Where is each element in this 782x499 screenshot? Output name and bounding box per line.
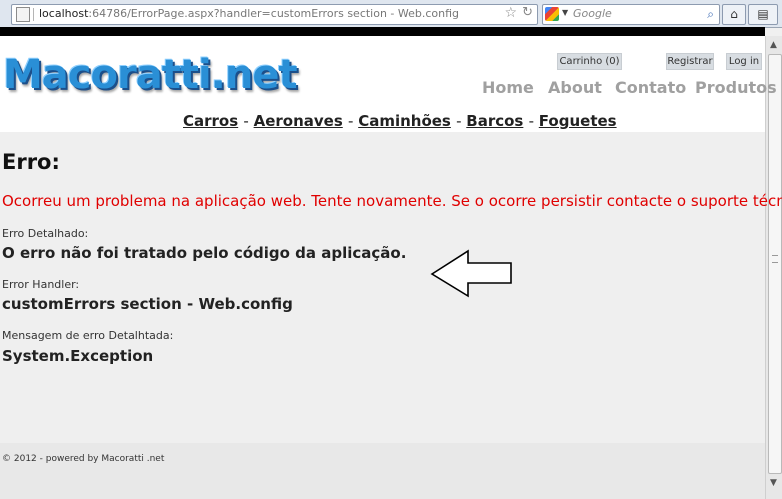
- nav-about[interactable]: About: [548, 78, 602, 97]
- category-aeronaves[interactable]: Aeronaves: [254, 112, 343, 130]
- category-foguetes[interactable]: Foguetes: [539, 112, 617, 130]
- bookmarks-menu-icon[interactable]: ▤: [748, 4, 778, 25]
- register-link[interactable]: Registrar: [666, 53, 714, 70]
- nav-contato[interactable]: Contato: [615, 78, 686, 97]
- exception-value: System.Exception: [2, 347, 154, 365]
- cart-link[interactable]: Carrinho (0): [557, 53, 622, 70]
- scroll-up-icon[interactable]: ▲: [766, 38, 781, 53]
- vertical-scrollbar[interactable]: ▲ ▼: [765, 36, 782, 499]
- search-bar[interactable]: ▼ Google ⌕: [542, 4, 720, 25]
- site-logo[interactable]: Macoratti.net: [3, 52, 298, 98]
- google-icon[interactable]: [545, 7, 559, 21]
- category-caminhoes[interactable]: Caminhões: [358, 112, 451, 130]
- url-separator: [33, 8, 34, 21]
- error-message: Ocorreu um problema na aplicação web. Te…: [2, 192, 782, 210]
- site-footer: [0, 443, 765, 499]
- category-barcos[interactable]: Barcos: [466, 112, 523, 130]
- nav-produtos[interactable]: Produtos: [695, 78, 777, 97]
- login-link[interactable]: Log in: [726, 53, 762, 70]
- url-text[interactable]: localhost:64786/ErrorPage.aspx?handler=c…: [39, 7, 459, 20]
- error-handler-value: customErrors section - Web.config: [2, 295, 293, 313]
- bookmark-star-icon[interactable]: ☆: [504, 5, 517, 21]
- arrow-left-icon: [430, 249, 512, 298]
- error-title: Erro:: [2, 150, 60, 174]
- error-handler-label: Error Handler:: [2, 278, 80, 291]
- category-menu: Carros - Aeronaves - Caminhões - Barcos …: [183, 112, 617, 130]
- home-icon[interactable]: ⌂: [722, 4, 746, 25]
- page-top-bar: [0, 27, 765, 36]
- address-bar[interactable]: localhost:64786/ErrorPage.aspx?handler=c…: [11, 4, 538, 25]
- grip-icon: [772, 255, 778, 263]
- page-icon: [16, 7, 30, 22]
- category-carros[interactable]: Carros: [183, 112, 238, 130]
- search-placeholder: Google: [573, 7, 612, 20]
- browser-toolbar: localhost:64786/ErrorPage.aspx?handler=c…: [0, 0, 782, 28]
- error-detail-value: O erro não foi tratado pelo código da ap…: [2, 244, 407, 262]
- footer-text: © 2012 - powered by Macoratti .net: [2, 454, 165, 464]
- exception-label: Mensagem de erro Detalhtada:: [2, 329, 174, 342]
- main-content: [0, 132, 765, 443]
- scroll-down-icon[interactable]: ▼: [766, 476, 781, 491]
- scroll-thumb[interactable]: [768, 54, 782, 474]
- reload-icon[interactable]: ↻: [522, 5, 533, 20]
- chevron-down-icon[interactable]: ▼: [562, 8, 568, 17]
- search-icon[interactable]: ⌕: [707, 7, 714, 22]
- nav-home[interactable]: Home: [482, 78, 534, 97]
- error-detail-label: Erro Detalhado:: [2, 227, 89, 240]
